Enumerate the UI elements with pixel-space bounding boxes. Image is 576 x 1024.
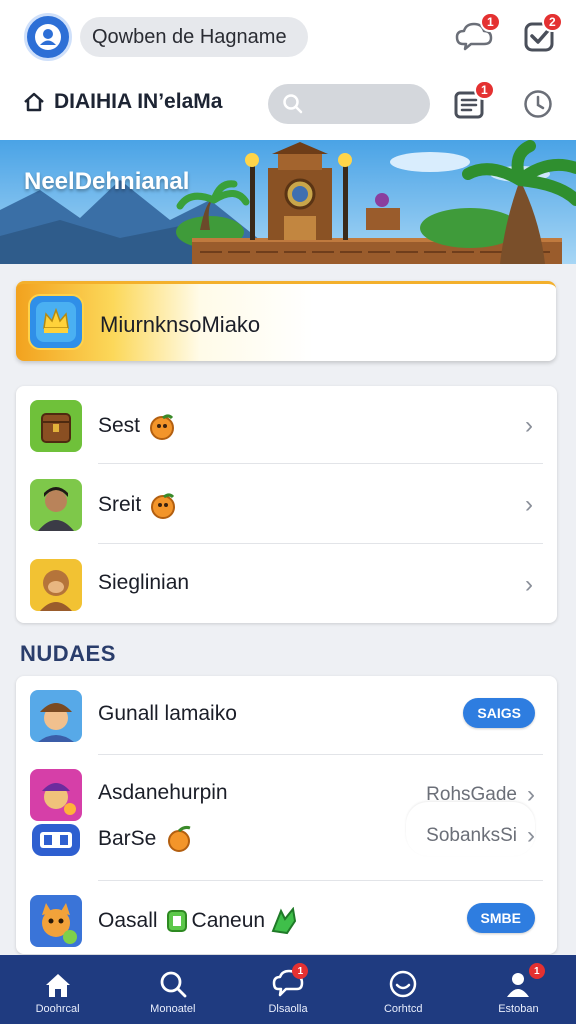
updates-card: Gunall lamaiko SAIGS Asdanehurpin RohsGa…	[16, 676, 557, 954]
search-input[interactable]	[310, 95, 420, 113]
controller-icon	[30, 820, 82, 860]
menu-item-label: Sest	[98, 414, 141, 437]
section-title: NUDAES	[20, 641, 116, 666]
bottom-navigation: Doohrcal Monoatel 1 Dlsaolla Corhtcd 1 E…	[0, 955, 576, 1024]
smiley-icon	[389, 970, 417, 998]
nav-home[interactable]: Doohrcal	[0, 955, 115, 1024]
cat-avatar-icon	[30, 895, 82, 947]
search-icon	[283, 94, 303, 114]
nav-search[interactable]: Monoatel	[115, 955, 230, 1024]
monkey-avatar-icon	[30, 559, 82, 611]
account-name: Qowben de Hagname	[92, 25, 287, 48]
tag-chip: Caneun	[166, 907, 300, 935]
update-label: BarSe	[98, 827, 157, 850]
menu-card: Sest › Sreit › Sieglinian ›	[16, 386, 557, 623]
update-label: Gunall lamaiko	[98, 702, 237, 725]
orange-coin-icon	[150, 414, 175, 440]
search-bar[interactable]	[268, 84, 430, 124]
notifications-badge: 1	[480, 12, 501, 32]
menu-item-sreit[interactable]: Sreit ›	[16, 465, 557, 543]
update-item[interactable]: BarSe SobanksSi ›	[16, 802, 557, 888]
clock-icon	[524, 90, 552, 118]
nav-feedback[interactable]: Corhtcd	[346, 955, 461, 1024]
nav-label: Dlsaolla	[268, 1003, 308, 1015]
nav-chat[interactable]: 1 Dlsaolla	[230, 955, 345, 1024]
home-icon	[45, 974, 70, 997]
green-leaf-icon	[271, 907, 297, 935]
top-bar: Qowben de Hagname 1 2 DIAIHIA IN’elaMa 1	[0, 0, 576, 140]
featured-card[interactable]: MiurnknsoMiako	[16, 281, 556, 361]
search-icon	[160, 971, 187, 998]
menu-item-label: Sieglinian	[98, 571, 190, 594]
orange-fruit-icon	[168, 825, 191, 852]
chest-icon	[30, 400, 82, 452]
banner-title: NeelDehnianal	[24, 168, 190, 195]
featured-app-icon	[28, 294, 84, 350]
brand-name: DIAIHIA IN’elaMa	[54, 90, 223, 113]
chevron-right-icon: ›	[527, 781, 535, 808]
update-item[interactable]: Oasall Caneun SMBE	[16, 881, 557, 959]
divider	[98, 463, 543, 464]
update-action-button[interactable]: SMBE	[466, 903, 535, 933]
update-label: Oasall	[98, 909, 158, 932]
nav-profile[interactable]: 1 Estoban	[461, 955, 576, 1024]
tag-label: Caneun	[191, 909, 266, 932]
menu-item-sieglinian[interactable]: Sieglinian ›	[16, 545, 557, 623]
brand-row: DIAIHIA IN’elaMa	[22, 90, 222, 114]
update-label: Asdanehurpin	[98, 781, 228, 804]
nav-badge: 1	[528, 963, 545, 979]
news-badge: 1	[474, 80, 495, 100]
home-outline-icon	[24, 92, 44, 112]
profile-avatar[interactable]	[24, 13, 72, 61]
featured-label: MiurnknsoMiako	[100, 312, 261, 337]
nav-label: Estoban	[498, 1003, 539, 1015]
menu-item-sest[interactable]: Sest ›	[16, 386, 557, 464]
tasks-button[interactable]: 2	[518, 12, 563, 58]
account-name-pill[interactable]: Qowben de Hagname	[80, 17, 308, 57]
update-item[interactable]: Gunall lamaiko SAIGS	[16, 676, 557, 754]
history-button[interactable]	[516, 82, 560, 126]
crown-icon	[36, 302, 76, 342]
nav-badge: 1	[292, 963, 309, 979]
green-gem-icon	[166, 910, 187, 932]
chevron-right-icon: ›	[525, 491, 533, 518]
tasks-badge: 2	[542, 12, 563, 32]
update-meta: SobanksSi	[426, 825, 517, 846]
menu-item-label: Sreit	[98, 493, 142, 516]
divider	[98, 543, 543, 544]
chevron-right-icon: ›	[525, 412, 533, 439]
character-portrait-icon	[30, 479, 82, 531]
news-button[interactable]: 1	[448, 80, 495, 126]
user-icon	[35, 24, 61, 50]
nav-label: Doohrcal	[35, 1003, 80, 1015]
orange-coin-icon	[151, 493, 176, 519]
chevron-right-icon: ›	[525, 571, 533, 598]
nav-label: Corhtcd	[383, 1003, 423, 1015]
notifications-button[interactable]: 1	[452, 12, 501, 58]
hero-banner[interactable]: NeelDehnianal	[0, 140, 576, 264]
banner-scene-image	[0, 140, 576, 264]
explorer-avatar-icon	[30, 690, 82, 742]
nav-label: Monoatel	[150, 1003, 196, 1015]
chevron-right-icon: ›	[527, 822, 535, 849]
update-action-button[interactable]: SAIGS	[463, 698, 535, 728]
